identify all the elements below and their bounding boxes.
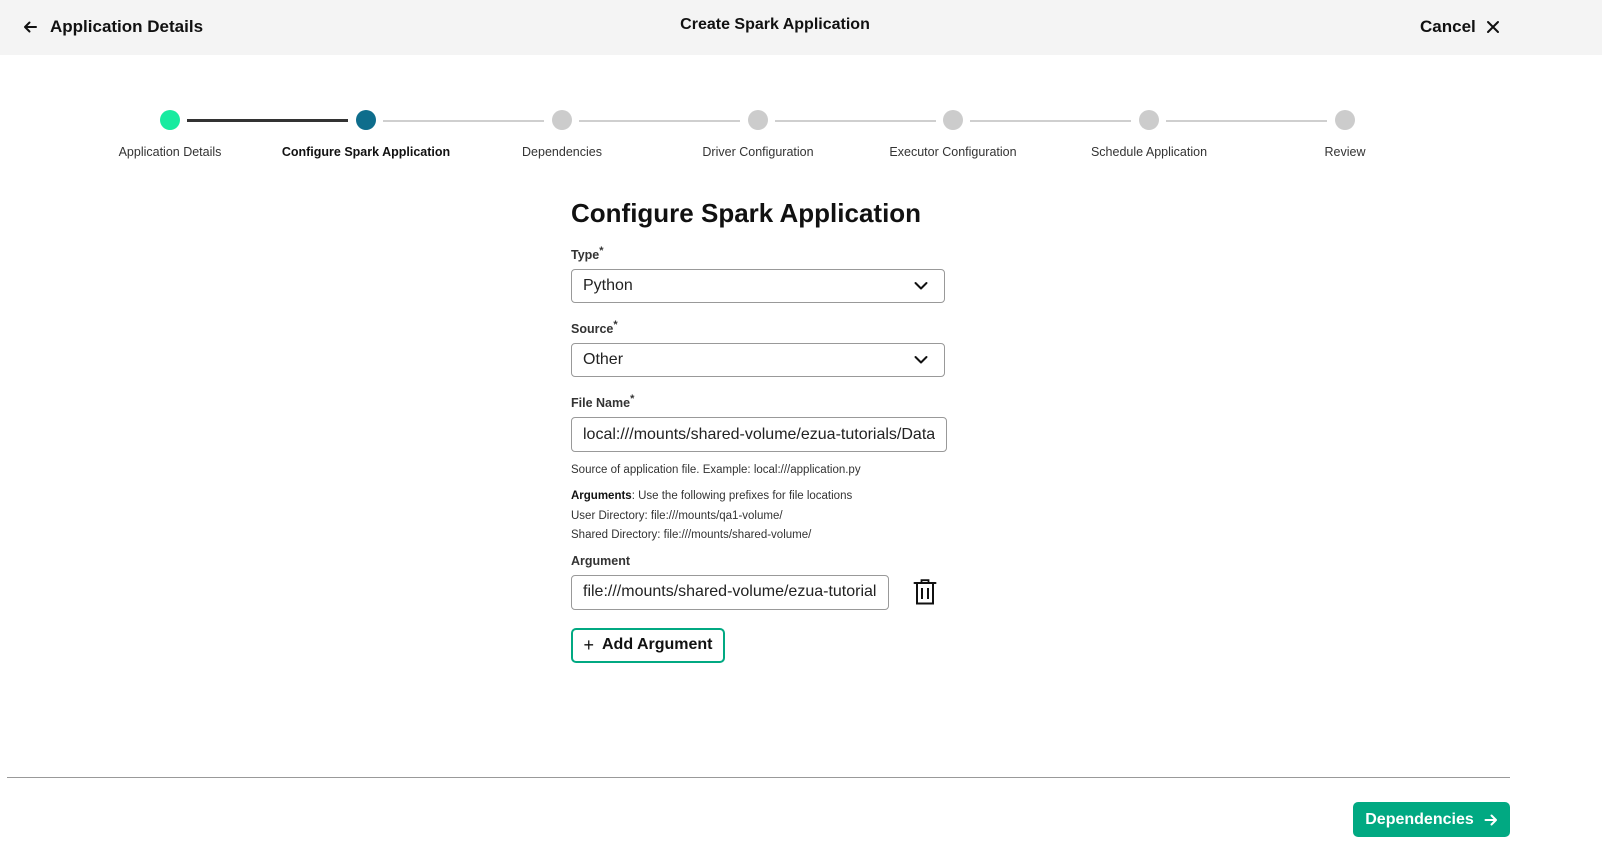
file-name-help: Source of application file. Example: loc… — [571, 464, 861, 477]
shared-directory-note: Shared Directory: file:///mounts/shared-… — [571, 529, 812, 542]
type-label: Type* — [571, 243, 951, 263]
plus-icon: + — [583, 635, 594, 656]
arguments-note: Arguments: Use the following prefixes fo… — [571, 487, 951, 546]
arrow-right-icon — [1484, 814, 1497, 825]
trash-icon[interactable] — [913, 579, 937, 605]
top-bar: Application Details Create Spark Applica… — [0, 0, 1602, 55]
step-current-indicator — [356, 110, 376, 130]
arguments-note-title: Arguments — [571, 490, 632, 503]
user-directory-note: User Directory: file:///mounts/qa1-volum… — [571, 509, 783, 522]
file-name-label: File Name* — [571, 391, 951, 411]
step-executor-configuration[interactable]: Executor Configuration — [853, 110, 1053, 159]
cancel-button[interactable]: Cancel — [1420, 14, 1500, 40]
step-configure-spark-application[interactable]: Configure Spark Application — [266, 110, 466, 159]
close-icon — [1486, 21, 1499, 33]
step-label: Driver Configuration — [702, 145, 814, 159]
step-label: Dependencies — [522, 145, 602, 159]
source-label-text: Source — [571, 322, 614, 337]
page-title: Create Spark Application — [680, 16, 870, 33]
step-dependencies[interactable]: Dependencies — [462, 110, 662, 159]
file-name-input[interactable] — [571, 417, 947, 453]
step-pending-indicator — [1139, 110, 1159, 130]
arguments-note-line: Arguments: Use the following prefixes fo… — [571, 487, 951, 507]
chevron-down-icon — [914, 356, 928, 364]
source-select-value: Other — [583, 351, 624, 369]
argument-row — [571, 574, 951, 610]
configure-spark-form: Configure Spark Application Type* Python… — [571, 195, 951, 663]
chevron-down-icon — [914, 282, 928, 290]
step-schedule-application[interactable]: Schedule Application — [1049, 110, 1249, 159]
argument-input[interactable] — [571, 574, 889, 610]
required-mark: * — [599, 245, 604, 257]
wizard-stepper: Application Details Configure Spark Appl… — [0, 100, 1602, 170]
step-review[interactable]: Review — [1245, 110, 1445, 159]
file-name-label-text: File Name — [571, 396, 631, 411]
add-argument-button[interactable]: + Add Argument — [571, 627, 725, 663]
required-mark: * — [613, 319, 618, 332]
step-pending-indicator — [1335, 110, 1355, 130]
required-mark: * — [630, 393, 635, 406]
step-application-details[interactable]: Application Details — [70, 110, 270, 159]
step-pending-indicator — [552, 110, 572, 130]
footer-divider — [7, 777, 1510, 778]
step-label: Application Details — [118, 145, 222, 159]
source-select[interactable]: Other — [571, 343, 945, 378]
step-complete-indicator — [160, 110, 180, 130]
next-dependencies-button[interactable]: Dependencies — [1353, 802, 1510, 837]
source-label: Source* — [571, 317, 951, 337]
step-label: Executor Configuration — [889, 145, 1017, 159]
next-button-label: Dependencies — [1365, 810, 1474, 828]
step-pending-indicator — [943, 110, 963, 130]
step-label: Review — [1324, 145, 1366, 159]
step-label: Configure Spark Application — [281, 145, 451, 159]
step-driver-configuration[interactable]: Driver Configuration — [658, 110, 858, 159]
type-select[interactable]: Python — [571, 269, 945, 304]
add-argument-label: Add Argument — [602, 636, 713, 654]
step-pending-indicator — [748, 110, 768, 130]
argument-label: Argument — [571, 553, 631, 568]
step-label: Schedule Application — [1090, 145, 1208, 159]
cancel-button-label: Cancel — [1420, 17, 1476, 36]
arguments-note-text: : Use the following prefixes for file lo… — [631, 490, 853, 503]
type-label-text: Type — [571, 248, 600, 263]
type-select-value: Python — [583, 277, 633, 295]
form-heading: Configure Spark Application — [571, 198, 922, 228]
